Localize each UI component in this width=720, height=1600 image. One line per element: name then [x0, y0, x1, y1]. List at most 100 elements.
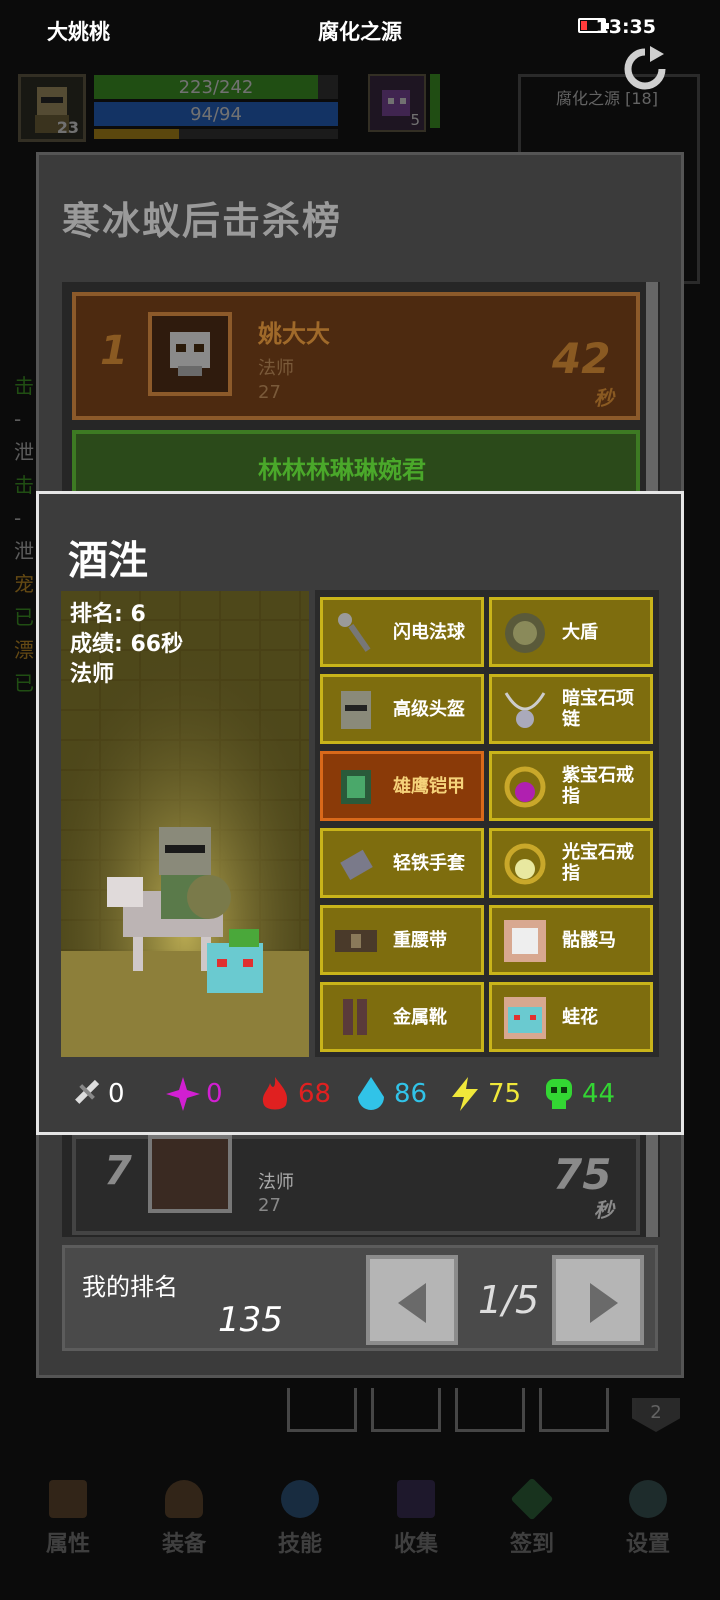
armor-icon [341, 770, 371, 804]
stat-value: 44 [582, 1079, 616, 1109]
equip-slot-shield[interactable]: 大盾 [489, 597, 653, 667]
score: 42 [552, 334, 611, 383]
stat-value: 68 [298, 1079, 332, 1109]
prev-page-button[interactable] [366, 1255, 458, 1345]
nav-label: 收集 [393, 1532, 438, 1557]
equip-label: 紫宝石戒指 [562, 765, 634, 807]
my-rank-value: 135 [218, 1300, 283, 1340]
lightning-icon [452, 1077, 478, 1111]
stat-poison: 44 [540, 1072, 615, 1116]
player-level: 27 [258, 1195, 281, 1216]
nav-label: 技能 [277, 1532, 322, 1557]
class-line: 法师 [70, 662, 115, 687]
stat-value: 75 [488, 1079, 522, 1109]
player-class: 法师 [258, 358, 294, 379]
gauntlet-icon [340, 849, 373, 881]
equip-slot-armor[interactable]: 雄鹰铠甲 [320, 751, 484, 821]
stat-value: 0 [206, 1079, 223, 1109]
refresh-icon[interactable] [620, 44, 670, 94]
equip-slot-gauntlet[interactable]: 轻铁手套 [320, 828, 484, 898]
status-bar: 大姚桃 腐化之源 13:35 [0, 0, 720, 60]
equip-label: 雄鹰铠甲 [393, 775, 465, 797]
stat-physical: 0 [66, 1072, 125, 1116]
player-portrait[interactable]: 23 [18, 74, 86, 142]
pet-portrait[interactable]: 5 [368, 74, 426, 132]
helmet-icon [341, 691, 371, 729]
equip-slot-light-ring[interactable]: 光宝石戒指 [489, 828, 653, 898]
mp-bar: 94/94 [94, 102, 338, 126]
quick-slot[interactable] [371, 1388, 441, 1432]
player-name: 姚大大 [258, 320, 330, 348]
hp-bar: 223/242 [94, 75, 338, 99]
equip-slot-helmet[interactable]: 高级头盔 [320, 674, 484, 744]
player-name: 林林林琳琳婉君 [258, 456, 426, 484]
gear-icon [629, 1480, 667, 1518]
player-info: 排名: 6 成绩: 66秒 法师 [70, 600, 183, 690]
rank-line: 排名: 6 [70, 602, 146, 627]
gem-icon [510, 1477, 554, 1521]
resistance-stats: 0 0 68 86 75 44 [64, 1072, 664, 1120]
nav-equipment[interactable]: 装备 [134, 1480, 234, 1558]
stat-fire: 68 [256, 1072, 331, 1116]
frog-pet-icon [504, 997, 546, 1039]
pot-icon [165, 1480, 203, 1518]
nav-settings[interactable]: 设置 [598, 1480, 698, 1558]
equip-slot-skeleton-horse[interactable]: 骷髅马 [489, 905, 653, 975]
stat-value: 0 [108, 1079, 125, 1109]
lightning-orb-icon [338, 613, 371, 652]
quick-slot[interactable] [287, 1388, 357, 1432]
score-unit: 秒 [594, 386, 614, 410]
fire-icon [262, 1077, 288, 1110]
score-unit: 秒 [594, 1198, 614, 1222]
clock: 13:35 [595, 16, 656, 38]
player-class: 法师 [258, 1172, 294, 1193]
purple-ring-icon [504, 766, 546, 808]
shield-icon [505, 613, 545, 653]
equip-label: 高级头盔 [393, 698, 465, 720]
score: 75 [553, 1150, 612, 1199]
arrow-right-icon [590, 1283, 618, 1323]
poison-icon [546, 1079, 572, 1109]
equip-label: 蛙花 [562, 1006, 598, 1028]
pet-level: 5 [410, 111, 420, 129]
nav-checkin[interactable]: 签到 [482, 1477, 582, 1558]
player-level: 27 [258, 382, 281, 403]
sword-icon [75, 1079, 100, 1104]
equip-label: 光宝石戒指 [562, 842, 634, 884]
arrow-left-icon [398, 1283, 426, 1323]
quick-slot[interactable] [455, 1388, 525, 1432]
nav-label: 装备 [161, 1532, 206, 1557]
next-page-button[interactable] [552, 1255, 644, 1345]
equip-slot-boots[interactable]: 金属靴 [320, 982, 484, 1052]
helmet-icon [49, 1480, 87, 1518]
equip-slot-frog-pet[interactable]: 蛙花 [489, 982, 653, 1052]
book-icon [397, 1480, 435, 1518]
light-ring-icon [504, 843, 546, 885]
belt-icon [335, 930, 377, 952]
skeleton-horse-icon [504, 920, 546, 962]
equip-slot-necklace[interactable]: 暗宝石项链 [489, 674, 653, 744]
page-indicator: 1/5 [478, 1278, 540, 1322]
equip-label: 轻铁手套 [393, 852, 465, 874]
equip-slot-lightning-orb[interactable]: 闪电法球 [320, 597, 484, 667]
equip-slot-belt[interactable]: 重腰带 [320, 905, 484, 975]
nav-label: 属性 [45, 1532, 90, 1557]
nav-attributes[interactable]: 属性 [18, 1480, 118, 1558]
hp-text: 223/242 [178, 77, 254, 98]
stat-value: 86 [394, 1079, 428, 1109]
quick-slot[interactable] [539, 1388, 609, 1432]
arcane-icon [166, 1077, 200, 1111]
necklace-icon [504, 692, 546, 728]
nav-skills[interactable]: 技能 [250, 1480, 350, 1558]
nav-label: 设置 [625, 1532, 670, 1557]
equip-label: 金属靴 [393, 1006, 447, 1028]
xp-bar [94, 129, 338, 139]
equip-label: 骷髅马 [562, 929, 616, 951]
my-rank-label: 我的排名 [82, 1273, 178, 1301]
equip-slot-purple-ring[interactable]: 紫宝石戒指 [489, 751, 653, 821]
equip-label: 重腰带 [393, 929, 447, 951]
avatar [148, 312, 232, 396]
pet-hp-bar [430, 74, 440, 128]
nav-collection[interactable]: 收集 [366, 1480, 466, 1558]
player-level: 23 [56, 118, 79, 137]
